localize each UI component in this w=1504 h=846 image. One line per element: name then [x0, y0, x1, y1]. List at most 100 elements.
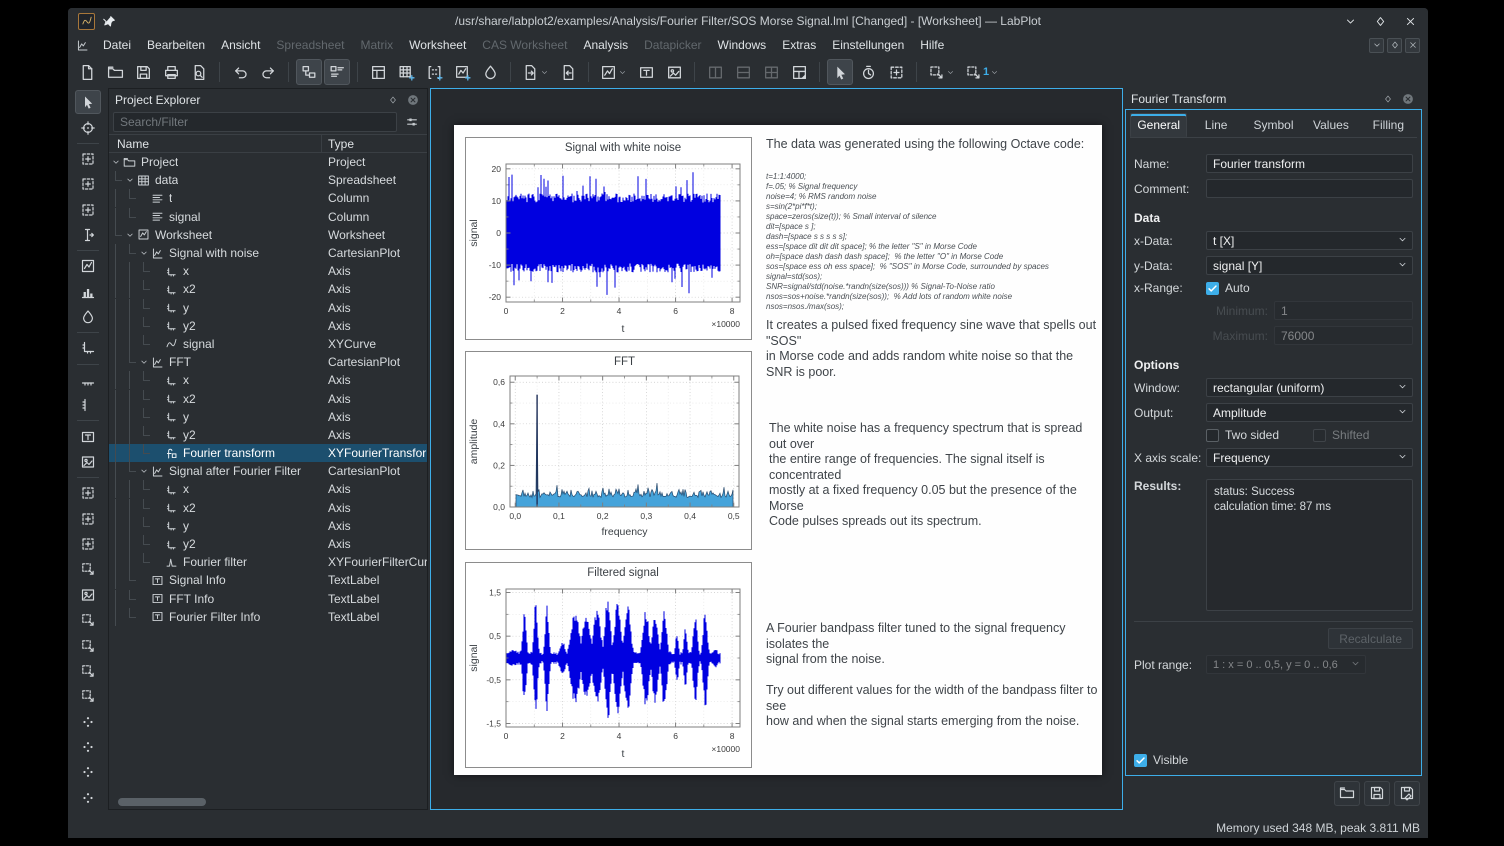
tree-row-fourier-filter[interactable]: Fourier filterXYFourierFilterCurve — [109, 553, 427, 571]
crosshair-mode-button[interactable] — [75, 115, 101, 139]
add-axis-button[interactable] — [75, 336, 101, 360]
tree-row-signal-after-fourier-filter[interactable]: Signal after Fourier FilterCartesianPlot — [109, 462, 427, 480]
name-input[interactable]: Fourier transform — [1206, 154, 1413, 173]
maximize-button[interactable] — [1372, 13, 1388, 29]
add-axis-horizontal-button[interactable] — [75, 368, 101, 392]
tree-row-x[interactable]: xAxis — [109, 480, 427, 498]
zoom-y-select-button[interactable] — [75, 197, 101, 221]
new-spreadsheet-button[interactable] — [393, 59, 419, 85]
tab-filling[interactable]: Filling — [1360, 113, 1417, 137]
expander-icon[interactable] — [137, 466, 150, 476]
redo-button[interactable] — [255, 59, 281, 85]
auto-scale-y-button[interactable] — [75, 633, 101, 657]
search-input[interactable]: Search/Filter — [113, 112, 397, 132]
output-select[interactable]: Amplitude — [1206, 403, 1413, 422]
import-data-button[interactable] — [555, 59, 581, 85]
add-text-label-button[interactable] — [75, 424, 101, 448]
tree-row-x[interactable]: xAxis — [109, 371, 427, 389]
plot-filtered-signal[interactable]: 02468-1,5-0,50,51,5Filtered signalt×1000… — [465, 562, 752, 768]
mdi-close-button[interactable] — [1405, 38, 1420, 53]
minimize-button[interactable] — [1342, 13, 1358, 29]
column-header-name[interactable]: Name — [109, 135, 322, 152]
navigate-mode-button[interactable] — [855, 59, 881, 85]
tree-row-y[interactable]: yAxis — [109, 299, 427, 317]
dock-save-button[interactable] — [1364, 781, 1390, 806]
recalculate-button[interactable]: Recalculate — [1328, 628, 1413, 649]
menu-hilfe[interactable]: Hilfe — [912, 36, 952, 54]
tree-row-t[interactable]: tColumn — [109, 189, 427, 207]
tab-values[interactable]: Values — [1302, 113, 1359, 137]
zoom-fit-button[interactable] — [75, 532, 101, 556]
plot-fft[interactable]: 0,00,10,20,30,40,50,00,20,40,6FFTfrequen… — [465, 351, 752, 550]
menu-bearbeiten[interactable]: Bearbeiten — [139, 36, 213, 54]
expander-icon[interactable] — [123, 175, 136, 185]
tree-row-x2[interactable]: x2Axis — [109, 389, 427, 407]
new-workbook-button[interactable] — [365, 59, 391, 85]
x-data-select[interactable]: t [X] — [1206, 231, 1413, 250]
tree-row-x2[interactable]: x2Axis — [109, 499, 427, 517]
dock-save-as-button[interactable] — [1394, 781, 1420, 806]
new-plot-button[interactable] — [596, 59, 631, 85]
window-select[interactable]: rectangular (uniform) — [1206, 378, 1413, 397]
expander-icon[interactable] — [109, 157, 122, 167]
two-sided-checkbox[interactable] — [1206, 429, 1219, 442]
color-theme-button[interactable] — [477, 59, 503, 85]
tree-row-worksheet[interactable]: WorksheetWorksheet — [109, 226, 427, 244]
tree-horizontal-scrollbar[interactable] — [112, 797, 424, 807]
minimum-input[interactable]: 1 — [1274, 301, 1413, 320]
tree-row-y[interactable]: yAxis — [109, 408, 427, 426]
menu-einstellungen[interactable]: Einstellungen — [824, 36, 912, 54]
expander-icon[interactable] — [123, 230, 136, 240]
tree-row-y2[interactable]: y2Axis — [109, 317, 427, 335]
shift-left-x-button[interactable] — [75, 709, 101, 733]
print-preview-button[interactable] — [186, 59, 212, 85]
zoom-x-select-button[interactable] — [75, 172, 101, 196]
add-image-button[interactable] — [661, 59, 687, 85]
expander-icon[interactable] — [137, 248, 150, 258]
add-fit-button[interactable] — [75, 305, 101, 329]
shifted-checkbox[interactable] — [1313, 429, 1326, 442]
menu-worksheet[interactable]: Worksheet — [401, 36, 474, 54]
close-button[interactable] — [1402, 13, 1418, 29]
tree-row-project[interactable]: ProjectProject — [109, 153, 427, 171]
tree-row-y[interactable]: yAxis — [109, 517, 427, 535]
dock-open-button[interactable] — [1334, 781, 1360, 806]
magnification-button[interactable]: 1 — [961, 59, 1003, 85]
tab-line[interactable]: Line — [1187, 113, 1244, 137]
tree-row-signal-with-noise[interactable]: Signal with noiseCartesianPlot — [109, 244, 427, 262]
tree-row-fft-info[interactable]: FFT InfoTextLabel — [109, 590, 427, 608]
y-data-select[interactable]: signal [Y] — [1206, 256, 1413, 275]
shift-right-x-button[interactable] — [75, 735, 101, 759]
tab-general[interactable]: General — [1130, 113, 1187, 137]
add-curve-button[interactable] — [75, 254, 101, 278]
arrange-layout-button[interactable] — [786, 59, 812, 85]
tree-row-signal[interactable]: signalXYCurve — [109, 335, 427, 353]
add-axis-vertical-button[interactable] — [75, 393, 101, 417]
tree-column-headers[interactable]: Name Type — [109, 134, 427, 153]
add-text-label-button[interactable] — [633, 59, 659, 85]
tree-row-data[interactable]: dataSpreadsheet — [109, 171, 427, 189]
auto-checkbox[interactable] — [1206, 282, 1219, 295]
mdi-minimize-button[interactable] — [1369, 38, 1384, 53]
new-script-button[interactable] — [518, 59, 553, 85]
tree-row-signal[interactable]: signalColumn — [109, 208, 427, 226]
zoom-select-button[interactable] — [75, 147, 101, 171]
tree-row-signal-info[interactable]: Signal InfoTextLabel — [109, 571, 427, 589]
cursor-line-button[interactable] — [75, 223, 101, 247]
zoom-in-button[interactable] — [75, 481, 101, 505]
zoom-in-x-button[interactable] — [75, 659, 101, 683]
auto-scale-button[interactable] — [75, 557, 101, 581]
select-mode-button[interactable] — [827, 59, 853, 85]
menu-analysis[interactable]: Analysis — [575, 36, 636, 54]
menu-extras[interactable]: Extras — [774, 36, 824, 54]
new-matrix-button[interactable] — [421, 59, 447, 85]
expander-icon[interactable] — [137, 357, 150, 367]
plot-range-select[interactable]: 1 : x = 0 .. 0,5, y = 0 .. 0,6 — [1206, 655, 1366, 674]
float-dock-icon[interactable] — [1380, 91, 1396, 107]
mdi-restore-button[interactable] — [1387, 38, 1402, 53]
worksheet-page[interactable]: 02468-20-1001020Signal with white noiset… — [454, 125, 1102, 775]
x-axis-scale-select[interactable]: Frequency — [1206, 448, 1413, 467]
maximum-input[interactable]: 76000 — [1274, 326, 1413, 345]
menu-ansicht[interactable]: Ansicht — [213, 36, 268, 54]
visible-checkbox[interactable] — [1134, 754, 1147, 767]
